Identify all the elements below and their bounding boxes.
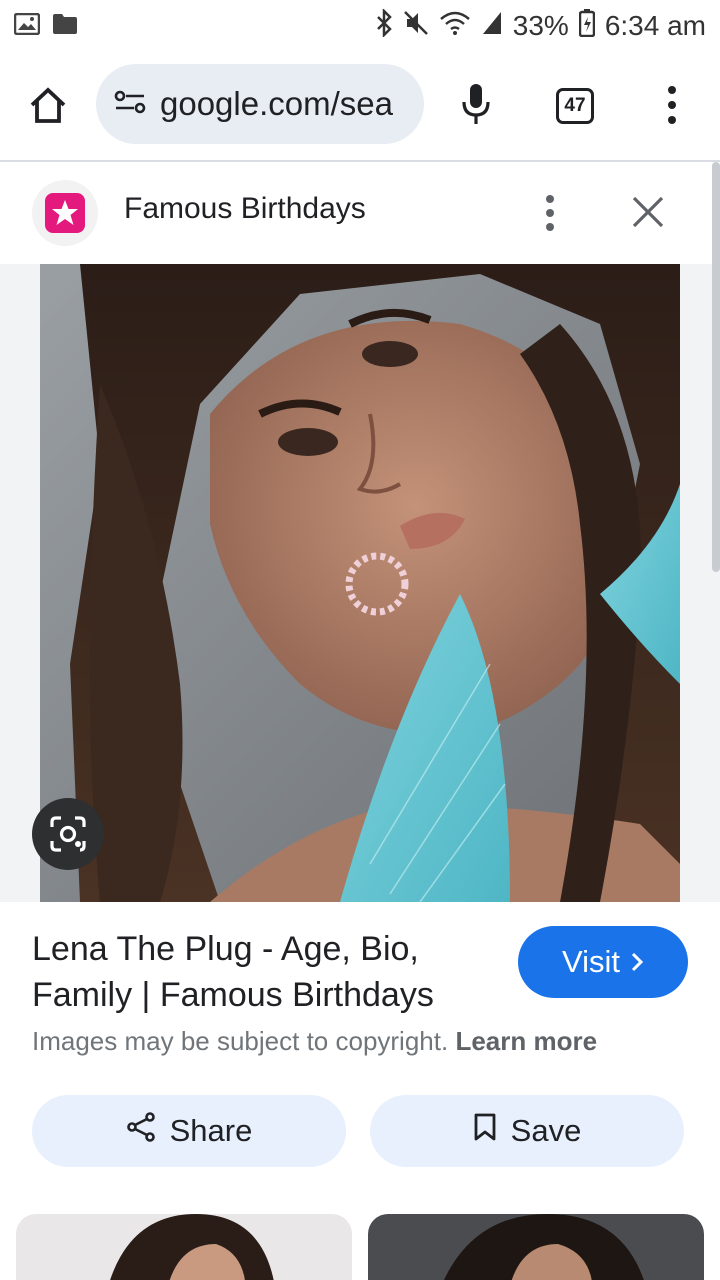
copyright-text: Images may be subject to copyright. bbox=[32, 1026, 449, 1056]
url-text: google.com/sea bbox=[160, 85, 393, 122]
tab-count: 47 bbox=[564, 95, 586, 116]
share-button[interactable]: Share bbox=[32, 1095, 346, 1167]
tabs-icon[interactable]: 47 bbox=[556, 88, 594, 124]
bookmark-icon bbox=[473, 1112, 497, 1150]
clock: 6:34 am bbox=[604, 10, 706, 41]
folder-icon bbox=[52, 13, 78, 40]
address-bar[interactable]: google.com/sea bbox=[96, 64, 424, 144]
save-button[interactable]: Save bbox=[370, 1095, 684, 1167]
browser-toolbar: google.com/sea 47 bbox=[0, 56, 720, 156]
battery-icon bbox=[578, 8, 596, 44]
site-info-icon[interactable] bbox=[114, 89, 146, 120]
visit-button[interactable]: Visit bbox=[518, 926, 688, 998]
close-icon[interactable] bbox=[630, 194, 666, 230]
battery-percent: 33% bbox=[512, 10, 569, 41]
famous-birthdays-logo bbox=[32, 180, 98, 246]
menu-icon[interactable] bbox=[660, 84, 684, 126]
copyright-notice: Images may be subject to copyright. Lear… bbox=[32, 1026, 597, 1057]
share-label: Share bbox=[169, 1113, 253, 1148]
status-bar: 33% 6:34 am bbox=[0, 0, 720, 52]
image-viewer bbox=[0, 264, 720, 902]
home-icon[interactable] bbox=[28, 86, 68, 126]
mute-icon bbox=[403, 10, 429, 43]
visit-label: Visit bbox=[561, 944, 620, 979]
signal-icon bbox=[481, 10, 503, 43]
source-header: Famous Birthdays bbox=[0, 162, 720, 264]
result-title[interactable]: Lena The Plug - Age, Bio, Family | Famou… bbox=[32, 926, 502, 1018]
mic-icon[interactable] bbox=[460, 82, 492, 126]
related-image[interactable] bbox=[16, 1214, 352, 1280]
result-image[interactable] bbox=[40, 264, 680, 902]
more-vert-icon[interactable] bbox=[540, 194, 560, 232]
related-image[interactable] bbox=[368, 1214, 704, 1280]
page-scrollbar[interactable] bbox=[712, 162, 720, 572]
chevron-right-icon bbox=[630, 944, 644, 980]
save-label: Save bbox=[510, 1113, 582, 1148]
share-icon bbox=[126, 1112, 156, 1150]
lens-icon[interactable] bbox=[32, 798, 104, 870]
learn-more-link[interactable]: Learn more bbox=[455, 1026, 597, 1056]
source-name[interactable]: Famous Birthdays bbox=[124, 192, 366, 226]
wifi-icon bbox=[439, 10, 471, 43]
gallery-icon bbox=[13, 12, 41, 40]
bluetooth-icon bbox=[375, 7, 393, 44]
